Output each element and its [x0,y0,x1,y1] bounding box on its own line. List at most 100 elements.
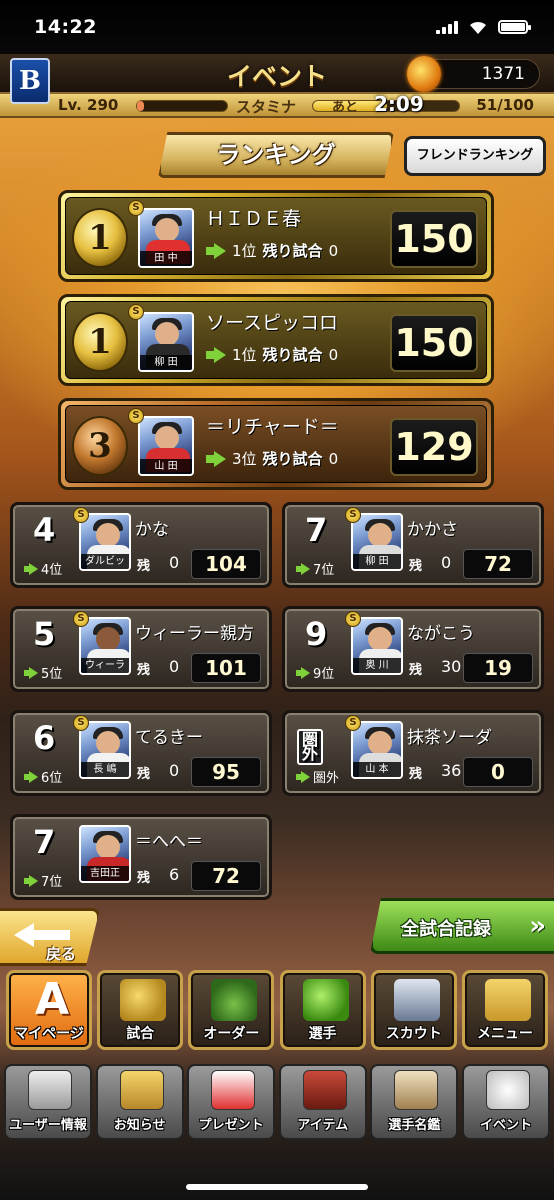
nav-game[interactable]: 試合 [97,970,184,1050]
menu-icon [484,979,531,1021]
ranking-card[interactable]: 4 4位 S ダルビッシュ かな 残 0 104 [10,502,272,588]
user-name: かかさ [407,520,458,540]
rank-medal: 3 [72,416,128,476]
score: 129 [390,418,478,476]
nav-items[interactable]: アイテム [278,1064,367,1140]
ranking-card-top[interactable]: 3 S 山 田 ＝リチャード＝ 3位 残り試合 0 129 [58,398,494,490]
remain-label: 残 [137,871,151,886]
ranking-card[interactable]: 7 7位 吉田正 ＝へへ＝ 残 6 72 [10,814,272,900]
rank-number: 5 [33,615,56,653]
rank-line: 6位 [23,767,62,786]
coin-amount: 1371 [481,64,525,84]
rank-number: 4 [33,511,56,549]
ranking-card-top[interactable]: 1 S 柳 田 ソースピッコロ 1位 残り試合 0 150 [58,294,494,386]
remain-label: 残 [409,559,423,574]
player-name: ダルビッシュ [81,554,129,569]
remain-value: 6 [169,865,180,884]
remain-label: 残 [137,559,151,574]
home-indicator[interactable] [186,1184,368,1190]
player-avatar: 山 田 [138,416,194,476]
wifi-icon [470,21,486,34]
coin-counter[interactable]: 1371 [407,56,540,92]
rank-arrow-icon [296,770,310,783]
user-name: ながこう [407,624,475,644]
battery-icon [498,20,531,34]
s-rank-badge: S [128,304,144,320]
mypage-icon: A [34,974,70,1025]
s-rank-badge: S [128,200,144,216]
s-rank-badge: S [345,507,361,523]
rank-position: 9位 [313,667,335,682]
ranking-card[interactable]: 7 7位 S 柳 田 かかさ 残 0 72 [282,502,544,588]
player-avatar: 柳 田 [138,312,194,372]
remain-value: 0 [169,657,180,676]
s-rank-badge: S [345,715,361,731]
ranking-card[interactable]: 6 6位 S 長 嶋 てるきー 残 0 95 [10,710,272,796]
status-time: 14:22 [34,16,97,38]
ranking-card[interactable]: 圏外 圏外 S 山 本 抹茶ソーダ 残 36 0 [282,710,544,796]
nav-order[interactable]: オーダー [188,970,275,1050]
rank-arrow-icon [24,666,38,679]
remain-value: 36 [441,761,462,780]
user-info-icon [28,1070,72,1110]
nav-scout[interactable]: スカウト [370,970,457,1050]
player-book-icon [394,1070,439,1110]
rank-line: 3位 残り試合 0 [206,448,338,469]
nav-news[interactable]: お知らせ [95,1064,184,1140]
rank-line: 7位 [295,559,334,578]
remain-value: 0 [169,553,180,572]
nav-player-book[interactable]: 選手名鑑 [370,1064,459,1140]
nav-menu[interactable]: メニュー [461,970,548,1050]
player-name: 長 嶋 [81,762,129,777]
nav-present[interactable]: プレゼント [187,1064,276,1140]
tab-ranking[interactable]: ランキング [158,132,394,178]
user-name: ウィーラー親方 [135,624,254,644]
sub-nav: ユーザー情報 お知らせ プレゼント アイテム 選手名鑑 イベント [0,1064,554,1144]
remain-label: 残 [137,767,151,782]
player-name: 山 田 [140,459,192,474]
player-name: 山 本 [353,762,401,777]
team-logo[interactable]: B [10,58,50,104]
rank-position: 6位 [41,771,63,786]
player-avatar: 山 本 [351,721,403,779]
item-icon [302,1070,347,1110]
game-icon [120,979,167,1021]
player-avatar: ダルビッシュ [79,513,131,571]
score: 150 [390,210,478,268]
rank-line: 1位 残り試合 0 [206,344,338,365]
ranking-card[interactable]: 5 5位 S ウィーラー ウィーラー親方 残 0 101 [10,606,272,692]
status-icons [436,20,531,35]
score: 19 [463,653,533,683]
score: 104 [191,549,261,579]
stamina-value: 51/100 [476,96,534,114]
tab-friend-ranking[interactable]: フレンドランキング [404,136,546,176]
rank-position: 1位 [232,242,257,260]
player-name: 柳 田 [140,355,192,370]
rank-position: 圏外 [313,771,340,786]
nav-event[interactable]: イベント [461,1064,550,1140]
remain-value: 0 [169,761,180,780]
news-icon [119,1070,164,1110]
rank-line: 5位 [23,663,62,682]
remain-value: 0 [328,449,339,468]
ranking-card-top[interactable]: 1 S 田 中 ＨＩＤＥ春 1位 残り試合 0 150 [58,190,494,282]
signal-icon [436,20,458,34]
rank-number: 7 [305,511,328,549]
player-avatar: 田 中 [138,208,194,268]
user-name: 抹茶ソーダ [407,728,492,748]
nav-user-info[interactable]: ユーザー情報 [4,1064,92,1140]
nav-mypage[interactable]: A マイページ [6,970,92,1050]
player-avatar: 長 嶋 [79,721,131,779]
all-records-button[interactable]: 全試合記録 » [370,898,554,954]
status-bar: 14:22 [0,0,554,54]
back-button[interactable]: 戻る [0,908,100,966]
player-name: ウィーラー [81,658,129,673]
nav-players[interactable]: 選手 [279,970,366,1050]
remain-value: 0 [328,241,339,260]
rank-position: 1位 [232,346,257,364]
ranking-card[interactable]: 9 9位 S 奥 川 ながこう 残 30 19 [282,606,544,692]
remain-value: 0 [328,345,339,364]
s-rank-badge: S [73,611,89,627]
gift-icon [211,1070,256,1110]
rank-arrow-icon [206,346,226,363]
